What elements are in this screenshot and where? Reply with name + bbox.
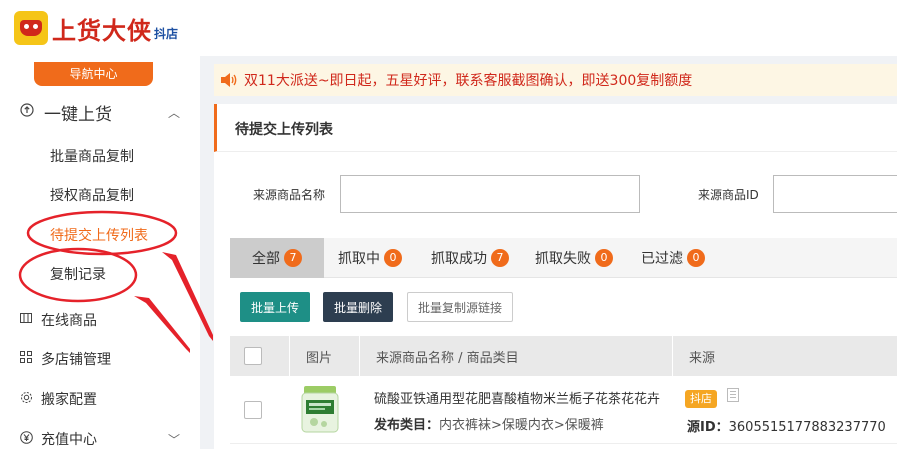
product-title[interactable]: 硫酸亚铁通用型花肥喜酸植物米兰栀子花茶花花卉: [374, 388, 670, 407]
chevron-up-icon: ︿: [168, 105, 181, 120]
sidebar-item-pending-upload[interactable]: 待提交上传列表: [50, 225, 148, 245]
row-checkbox[interactable]: [244, 401, 262, 419]
sidebar-group-label: 一键上货: [44, 104, 112, 125]
source-id-label: 来源商品ID: [698, 188, 759, 202]
source-name-input[interactable]: [340, 175, 640, 213]
sidebar-item-label: 充值中心: [41, 432, 97, 448]
batch-delete-button[interactable]: 批量删除: [323, 292, 393, 322]
sidebar-item-label: 在线商品: [41, 313, 97, 329]
table-header: 图片 来源商品名称 / 商品类目 来源: [230, 336, 897, 376]
col-image: 图片: [306, 350, 333, 366]
source-id-value: 3605515177883237770: [728, 420, 886, 435]
promo-notice: 双11大派送~即日起，五星好评，联系客服截图确认，即送300复制额度: [214, 64, 897, 96]
sidebar-item-batch-copy[interactable]: 批量商品复制: [50, 146, 134, 166]
brand-name: 上货大侠: [52, 16, 152, 45]
source-id: 源ID：3605515177883237770: [687, 416, 886, 435]
yen-icon: [20, 431, 33, 448]
source-id-label: 源ID：: [687, 420, 729, 435]
chevron-down-icon: ﹀: [168, 433, 181, 447]
count-badge: 0: [595, 249, 613, 267]
app-header: 上货大侠 抖店: [0, 0, 897, 56]
tab-fetch-success[interactable]: 抓取成功 7: [431, 238, 509, 278]
page-title: 待提交上传列表: [235, 122, 333, 138]
col-source: 来源: [689, 350, 716, 366]
batch-copy-link-button[interactable]: 批量复制源链接: [407, 292, 513, 322]
grid-icon: [20, 312, 32, 328]
copy-icon[interactable]: [727, 388, 739, 402]
count-badge: 0: [687, 249, 705, 267]
brand-sub: 抖店: [154, 26, 179, 41]
category-value: 内衣裤袜>保暖内衣>保暖裤: [439, 418, 604, 433]
tab-fetch-failed[interactable]: 抓取失败 0: [535, 238, 613, 278]
notice-text: 双11大派送~即日起，五星好评，联系客服截图确认，即送300复制额度: [244, 73, 693, 89]
sidebar-item-recharge[interactable]: 充值中心 ﹀: [0, 429, 200, 449]
tab-label: 抓取成功: [431, 251, 487, 267]
tab-label: 全部: [252, 251, 280, 267]
shop-tag: 抖店: [685, 390, 717, 408]
panel-header: 待提交上传列表: [214, 104, 897, 152]
sidebar: 导航中心 一键上货 ︿ 批量商品复制 授权商品复制 待提交上传列表 复制记录 在…: [0, 56, 200, 449]
tab-label: 已过滤: [641, 251, 683, 267]
sidebar-item-online-products[interactable]: 在线商品: [0, 310, 200, 330]
tab-label: 抓取中: [338, 251, 380, 267]
count-badge: 7: [491, 249, 509, 267]
col-source-name: 来源商品名称 / 商品类目: [376, 350, 519, 366]
sidebar-group-one-click-upload[interactable]: 一键上货 ︿: [0, 100, 200, 125]
tab-label: 抓取失败: [535, 251, 591, 267]
speaker-icon: [218, 70, 238, 90]
batch-upload-button[interactable]: 批量上传: [240, 292, 310, 322]
brand-logo-icon: [14, 11, 48, 45]
upload-circle-icon: [20, 103, 34, 121]
sidebar-item-label: 多店铺管理: [41, 352, 111, 368]
gear-icon: [20, 391, 33, 408]
select-all-checkbox[interactable]: [244, 336, 262, 376]
count-badge: 0: [384, 249, 402, 267]
apps-icon: [20, 351, 32, 367]
category-label: 发布类目：: [374, 418, 440, 433]
pending-upload-panel: 待提交上传列表 来源商品名称 来源商品ID 全部 7 抓取中 0 抓取成功 7 抓取失…: [214, 104, 897, 449]
product-thumbnail[interactable]: [300, 384, 340, 434]
sidebar-item-label: 搬家配置: [41, 392, 97, 408]
tab-fetching[interactable]: 抓取中 0: [338, 238, 402, 278]
sidebar-item-authorized-copy[interactable]: 授权商品复制: [50, 185, 134, 205]
source-name-label: 来源商品名称: [253, 188, 326, 202]
sidebar-item-multi-store[interactable]: 多店铺管理: [0, 349, 200, 369]
source-id-input[interactable]: [773, 175, 897, 213]
tab-all[interactable]: 全部 7: [230, 238, 324, 278]
sidebar-item-copy-history[interactable]: 复制记录: [50, 264, 106, 284]
tab-filtered[interactable]: 已过滤 0: [641, 238, 705, 278]
count-badge: 7: [284, 249, 302, 267]
table-row: 硫酸亚铁通用型花肥喜酸植物米兰栀子花茶花花卉 发布类目：内衣裤袜>保暖内衣>保暖…: [230, 376, 897, 444]
sidebar-item-move-config[interactable]: 搬家配置: [0, 389, 200, 409]
status-tabs: 全部 7 抓取中 0 抓取成功 7 抓取失败 0 已过滤 0: [230, 238, 897, 278]
product-category: 发布类目：内衣裤袜>保暖内衣>保暖裤: [374, 414, 604, 433]
nav-center-button[interactable]: 导航中心: [34, 62, 153, 86]
